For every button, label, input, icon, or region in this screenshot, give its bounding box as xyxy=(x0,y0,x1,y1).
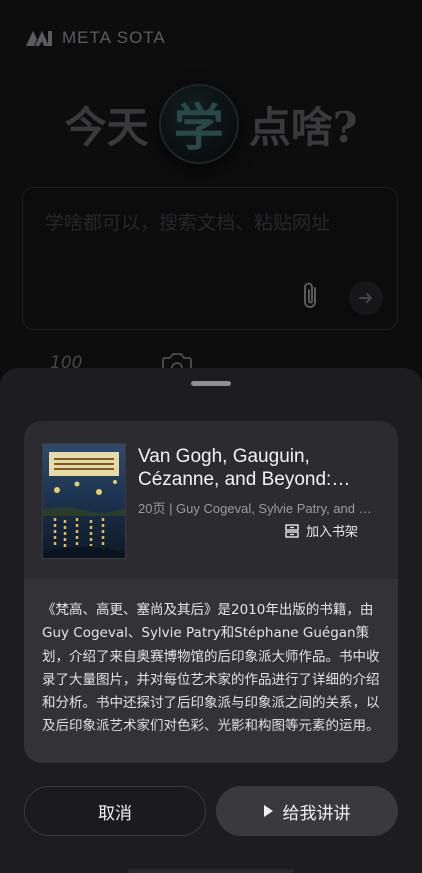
book-cover-image xyxy=(42,443,126,559)
book-description-panel: 《梵高、高更、塞尚及其后》是2010年出版的书籍，由Guy Cogeval、Sy… xyxy=(24,579,398,763)
explain-label: 给我讲讲 xyxy=(282,803,351,824)
add-to-shelf-button[interactable]: 加入书架 xyxy=(284,521,358,540)
cancel-button[interactable]: 取消 xyxy=(24,786,206,836)
cover-title-plate xyxy=(49,452,119,476)
bottom-sheet: Van Gogh, Gauguin, Cézanne, and Beyond: … xyxy=(0,368,422,873)
book-info: Van Gogh, Gauguin, Cézanne, and Beyond: … xyxy=(24,421,398,579)
explain-button[interactable]: 给我讲讲 xyxy=(216,786,398,836)
book-description: 《梵高、高更、塞尚及其后》是2010年出版的书籍，由Guy Cogeval、Sy… xyxy=(42,602,380,734)
play-icon xyxy=(263,805,273,817)
cancel-label: 取消 xyxy=(98,803,132,824)
starry-night-art xyxy=(43,480,125,558)
add-shelf-label: 加入书架 xyxy=(306,525,359,540)
book-title: Van Gogh, Gauguin, Cézanne, and Beyond: … xyxy=(138,446,332,490)
bookshelf-icon xyxy=(285,523,299,538)
description-fade xyxy=(24,727,398,745)
book-card: Van Gogh, Gauguin, Cézanne, and Beyond: … xyxy=(24,421,398,763)
book-meta: 20页 | Guy Cogeval, Sylvie Patry, and Sté… xyxy=(138,501,378,516)
home-indicator xyxy=(128,869,294,873)
drag-handle[interactable] xyxy=(191,381,231,386)
